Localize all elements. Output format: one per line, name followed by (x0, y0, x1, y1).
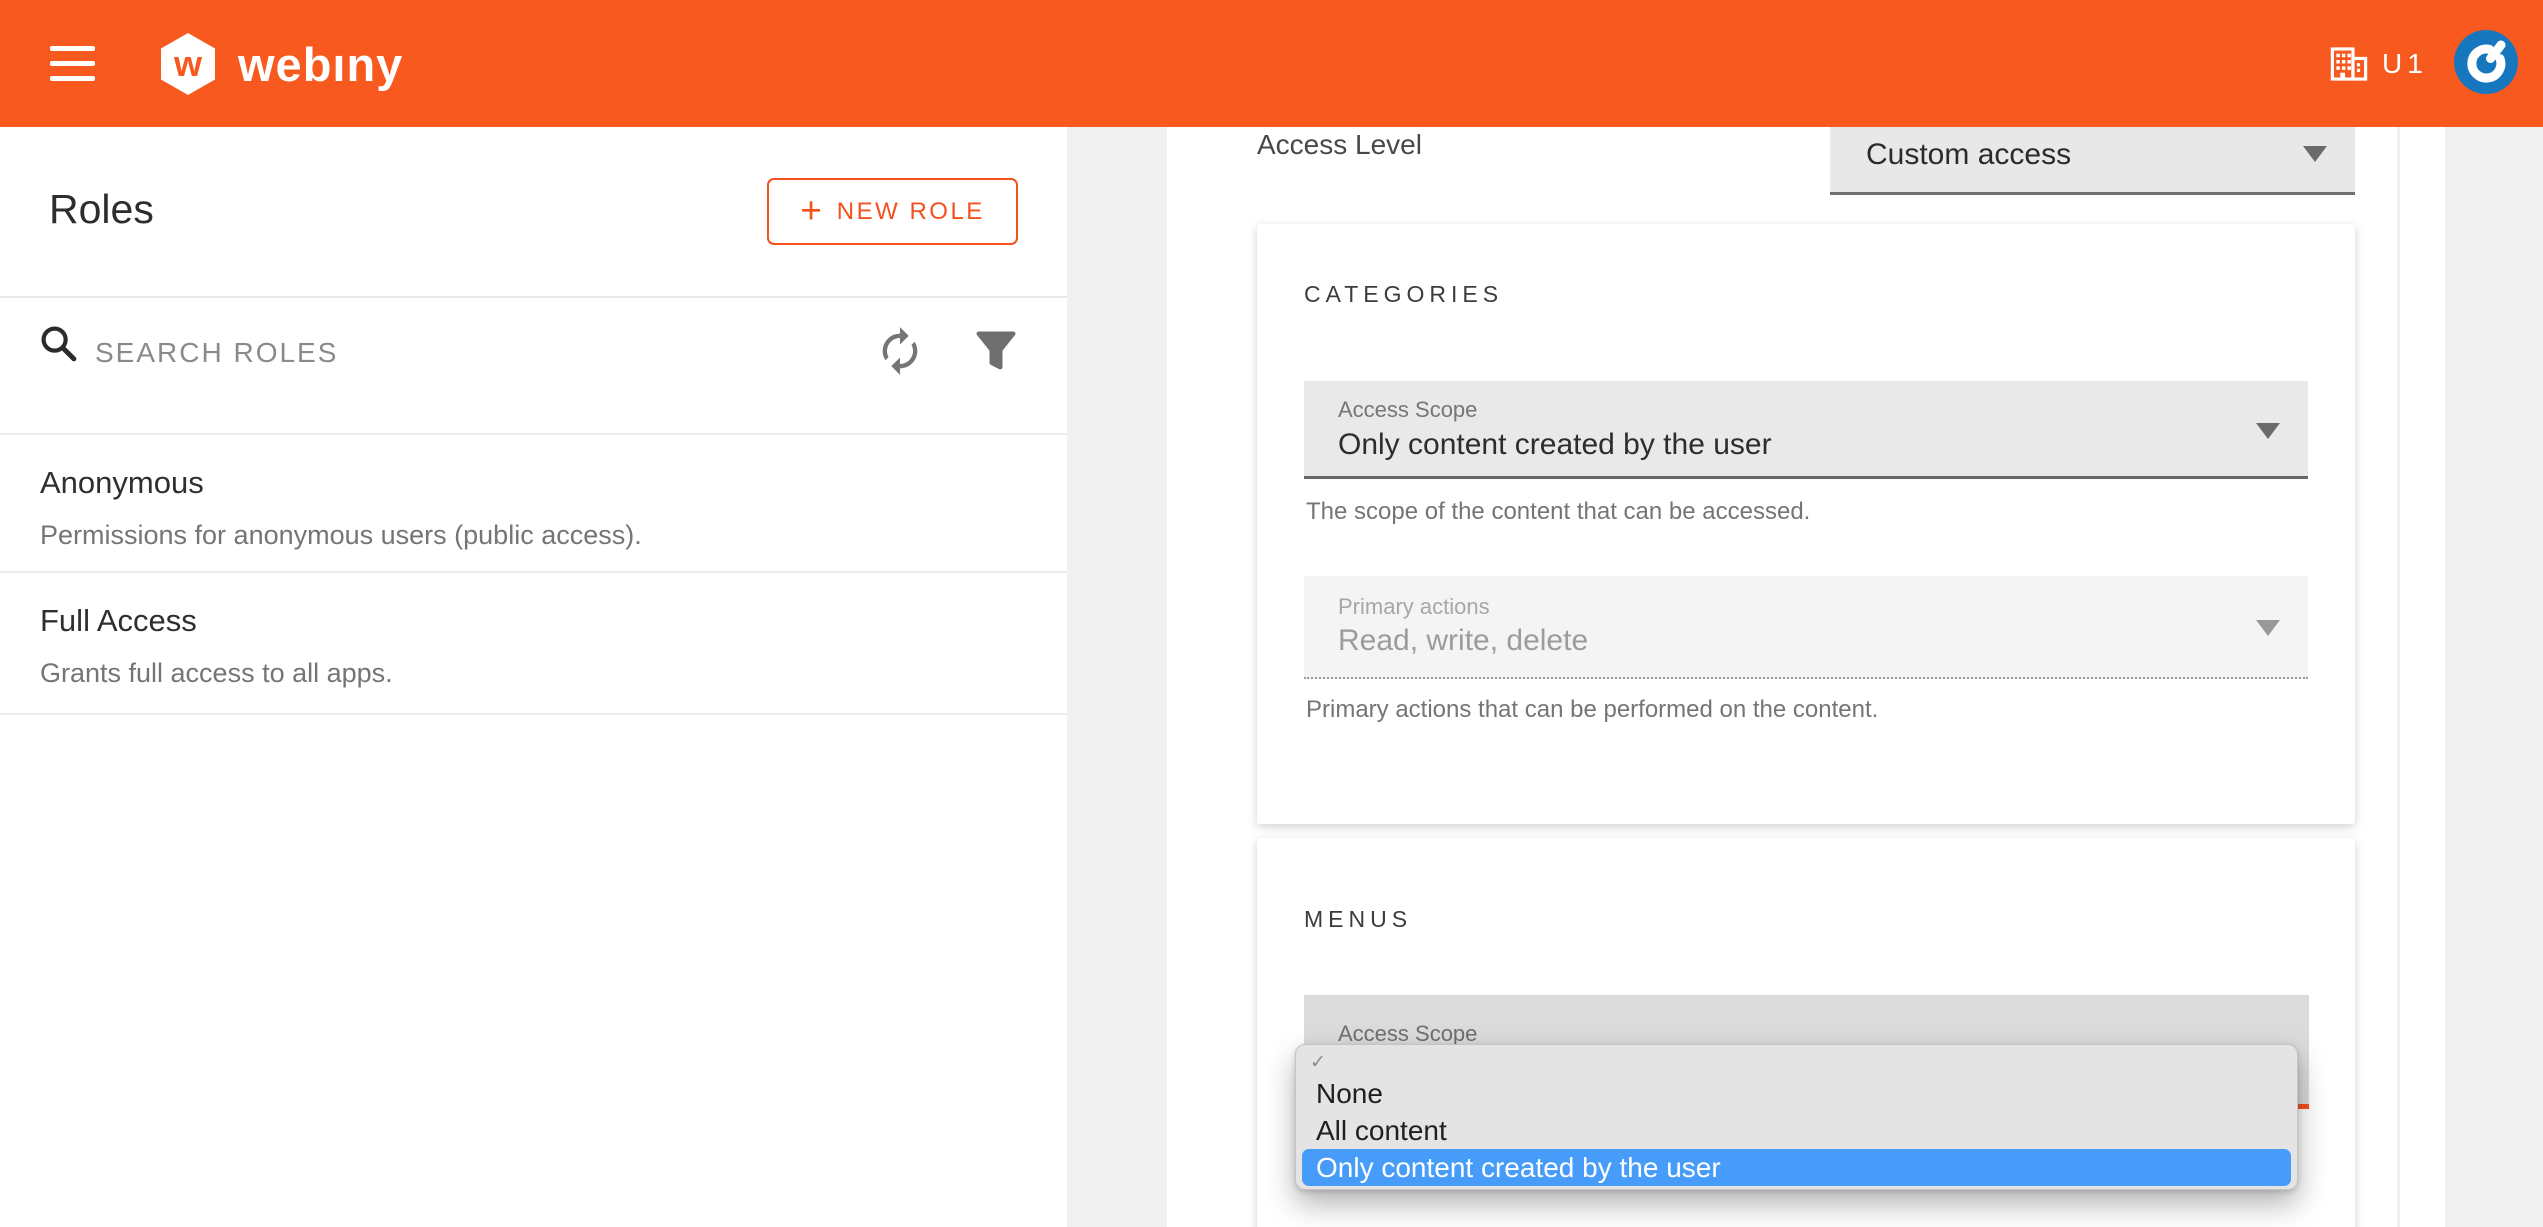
tenant-switcher[interactable]: U1 (2330, 40, 2428, 88)
filter-icon[interactable] (970, 325, 1022, 377)
primary-actions-help-text: Primary actions that can be performed on… (1306, 696, 1878, 724)
brand-wordmark: webıny (238, 37, 403, 92)
plus-icon: + (800, 192, 822, 229)
categories-card: CATEGORIES Access Scope Only content cre… (1257, 224, 2355, 824)
webiny-hexagon-icon: w (160, 32, 216, 96)
svg-text:w: w (173, 43, 203, 84)
access-level-value: Custom access (1866, 138, 2071, 172)
webiny-roles-page: w webıny U1 (0, 0, 2543, 1227)
access-level-label: Access Level (1257, 129, 1422, 161)
new-role-button[interactable]: + NEW ROLE (767, 178, 1018, 245)
refresh-icon[interactable] (874, 325, 926, 377)
user-avatar[interactable] (2454, 30, 2518, 94)
categories-card-title: CATEGORIES (1304, 281, 1503, 308)
right-edge-panel (2400, 127, 2445, 1227)
role-description: Grants full access to all apps. (40, 658, 393, 689)
role-list-item-full-access[interactable]: Full Access Grants full access to all ap… (0, 603, 1067, 713)
role-list-item-anonymous[interactable]: Anonymous Permissions for anonymous user… (0, 465, 1067, 571)
search-input[interactable] (95, 322, 695, 384)
roles-list-panel: Roles + NEW ROLE Anonymous Permissions f… (0, 127, 1067, 1227)
divider (0, 571, 1067, 573)
hamburger-menu-icon[interactable] (50, 46, 95, 81)
dropdown-option-only-content-created-by-user[interactable]: Only content created by the user (1302, 1149, 2291, 1186)
divider (0, 433, 1067, 435)
search-bar (0, 298, 1067, 433)
gravatar-icon (2454, 30, 2518, 94)
app-header: w webıny U1 (0, 0, 2543, 127)
webiny-logo[interactable]: w webıny (160, 31, 403, 97)
access-scope-value: Only content created by the user (1338, 428, 1772, 462)
access-scope-help-text: The scope of the content that can be acc… (1306, 498, 1810, 526)
access-scope-dropdown-menu: ✓ None All content Only content created … (1295, 1044, 2298, 1190)
role-name: Full Access (40, 603, 197, 639)
role-name: Anonymous (40, 465, 204, 501)
divider (0, 713, 1067, 715)
chevron-down-icon (2303, 146, 2327, 162)
page-title: Roles (49, 186, 154, 233)
access-level-select[interactable]: Custom access (1830, 118, 2355, 195)
building-icon (2330, 46, 2368, 82)
dropdown-option-all-content[interactable]: All content (1302, 1112, 2291, 1149)
access-scope-label: Access Scope (1338, 397, 1477, 423)
check-icon: ✓ (1310, 1051, 1326, 1074)
primary-actions-label: Primary actions (1338, 594, 1490, 620)
role-description: Permissions for anonymous users (public … (40, 520, 642, 551)
menus-card-title: MENUS (1304, 906, 1412, 933)
tenant-label: U1 (2382, 48, 2428, 80)
search-icon (38, 323, 80, 365)
dropdown-option-none[interactable]: None (1302, 1075, 2291, 1112)
dropdown-option-empty[interactable]: ✓ (1302, 1049, 2291, 1075)
chevron-down-icon (2256, 620, 2280, 636)
primary-actions-select-disabled: Primary actions Read, write, delete (1304, 576, 2308, 679)
chevron-down-icon (2256, 423, 2280, 439)
categories-access-scope-select[interactable]: Access Scope Only content created by the… (1304, 381, 2308, 479)
primary-actions-value: Read, write, delete (1338, 624, 1588, 658)
